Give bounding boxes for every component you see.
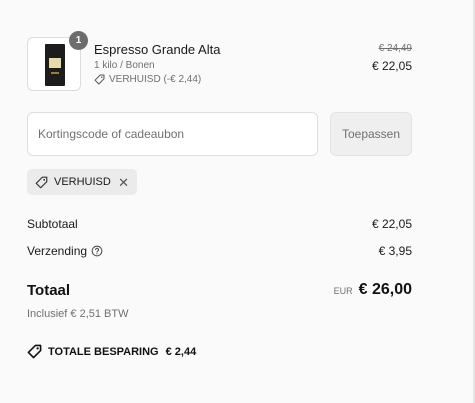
applied-discount-chip: VERHUISD ✕ xyxy=(27,169,137,195)
subtotal-label: Subtotaal xyxy=(27,217,78,231)
shipping-value: € 3,95 xyxy=(378,244,412,258)
savings-label: TOTALE BESPARING xyxy=(48,345,159,358)
tag-icon xyxy=(35,176,48,188)
total-label: Totaal xyxy=(27,282,71,299)
close-icon[interactable]: ✕ xyxy=(118,176,129,189)
shipping-label: Verzending xyxy=(27,244,88,258)
applied-discount-label: VERHUISD xyxy=(54,176,111,188)
total-savings: TOTALE BESPARING € 2,44 xyxy=(27,344,196,359)
product-variant: 1 kilo / Bonen xyxy=(94,60,155,71)
currency-code: EUR xyxy=(333,286,353,296)
line-item: 1 Espresso Grande Alta 1 kilo / Bonen VE… xyxy=(27,31,412,93)
product-price: € 22,05 xyxy=(371,59,412,73)
coffee-bag-image xyxy=(45,44,65,86)
quantity-badge: 1 xyxy=(69,31,88,50)
product-discount-label: VERHUISD (-€ 2,44) xyxy=(109,74,202,85)
tag-icon xyxy=(27,344,42,359)
help-circle-icon[interactable] xyxy=(91,245,103,257)
subtotal-value: € 22,05 xyxy=(371,217,412,231)
tag-icon xyxy=(94,74,105,85)
total-value: € 26,00 xyxy=(358,281,412,298)
shipping-label-group: Verzending xyxy=(27,244,103,258)
savings-value: € 2,44 xyxy=(165,345,197,358)
product-name: Espresso Grande Alta xyxy=(94,42,221,57)
discount-code-input[interactable] xyxy=(27,112,318,156)
tax-note: Inclusief € 2,51 BTW xyxy=(27,308,129,320)
original-price: € 24,49 xyxy=(378,43,412,54)
apply-button[interactable]: Toepassen xyxy=(330,112,412,156)
product-discount: VERHUISD (-€ 2,44) xyxy=(94,74,201,85)
total-amount: EUR € 26,00 xyxy=(334,281,412,299)
